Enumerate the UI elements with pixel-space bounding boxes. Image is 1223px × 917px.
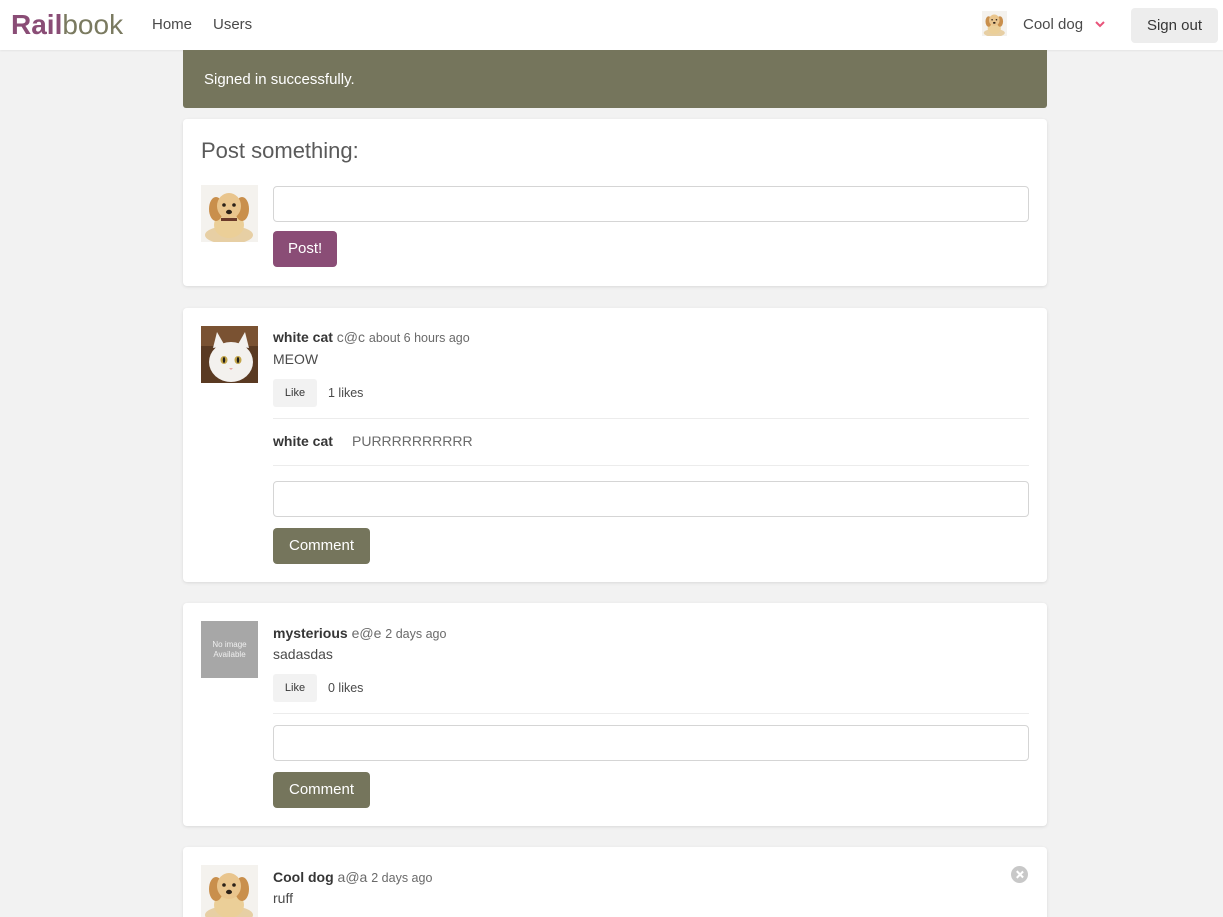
nav-home-link[interactable]: Home [152, 16, 192, 33]
no-image-placeholder: No image Available [201, 621, 258, 678]
post-body: MEOW [273, 351, 319, 367]
post-author[interactable]: white cat [273, 329, 333, 345]
post-submit-button[interactable]: Post! [273, 231, 338, 267]
comment-button[interactable]: Comment [273, 772, 370, 808]
post-meta: Cool dog a@a 2 days ago [273, 869, 432, 885]
author-avatar[interactable]: No image Available [201, 621, 258, 678]
post-time: 2 days ago [371, 871, 433, 885]
post-author[interactable]: Cool dog [273, 869, 334, 885]
post-card: white cat c@c about 6 hours ago MEOW Lik… [183, 308, 1047, 582]
post-body: ruff [273, 890, 293, 906]
like-button[interactable]: Like [273, 379, 317, 407]
author-avatar[interactable] [201, 865, 258, 917]
likes-count: 1 likes [328, 386, 364, 400]
sign-out-button[interactable]: Sign out [1131, 8, 1218, 43]
post-time: about 6 hours ago [368, 331, 470, 345]
likes-count: 0 likes [328, 681, 364, 695]
puppy-avatar-icon [982, 11, 1007, 36]
top-navbar: Railbook Home Users Cool dog Sign out [0, 0, 1223, 50]
post-email: c@c [336, 329, 366, 345]
post-composer-card: Post something: Post! [183, 119, 1047, 286]
divider [273, 465, 1029, 466]
author-avatar[interactable] [201, 326, 258, 383]
like-button[interactable]: Like [273, 674, 317, 702]
post-meta: white cat c@c about 6 hours ago [273, 329, 470, 345]
chevron-down-icon[interactable] [1094, 18, 1106, 30]
brand-light: book [62, 9, 124, 40]
post-card: No image Available mysterious e@e 2 days… [183, 603, 1047, 826]
post-email: a@a [337, 869, 368, 885]
white-cat-avatar-icon [201, 326, 258, 383]
post-body: sadasdas [273, 646, 333, 662]
puppy-avatar-icon [201, 865, 258, 917]
delete-post-icon[interactable] [1011, 866, 1028, 883]
user-avatar[interactable] [980, 11, 1009, 36]
flash-notice: Signed in successfully. [183, 50, 1047, 108]
comment-text: PURRRRRRRRRR [352, 433, 473, 449]
post-time: 2 days ago [385, 627, 447, 641]
composer-avatar [201, 185, 258, 242]
comment-input[interactable] [273, 481, 1029, 517]
composer-heading: Post something: [201, 138, 359, 163]
divider [273, 418, 1029, 419]
post-meta: mysterious e@e 2 days ago [273, 625, 446, 641]
nav-users-link[interactable]: Users [213, 16, 252, 33]
current-user-name[interactable]: Cool dog [1023, 16, 1083, 33]
brand-logo[interactable]: Railbook [11, 7, 123, 43]
post-email: e@e [351, 625, 382, 641]
post-card: Cool dog a@a 2 days ago ruff [183, 847, 1047, 917]
brand-bold: Rail [11, 9, 63, 40]
comment-author[interactable]: white cat [273, 433, 333, 449]
puppy-avatar-icon [201, 185, 258, 242]
comment-button[interactable]: Comment [273, 528, 370, 564]
comment-input[interactable] [273, 725, 1029, 761]
divider [273, 713, 1029, 714]
post-author[interactable]: mysterious [273, 625, 348, 641]
post-body-input[interactable] [273, 186, 1029, 222]
